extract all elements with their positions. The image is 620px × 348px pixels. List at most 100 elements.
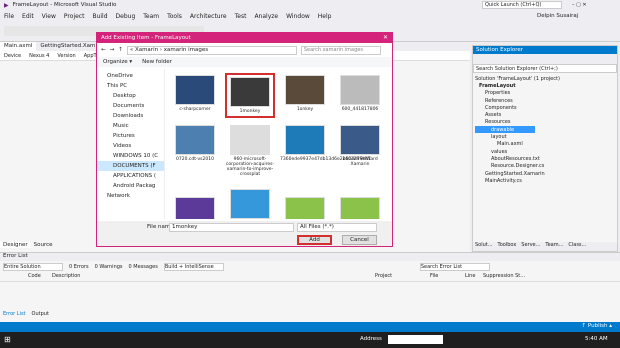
address-input[interactable]: [388, 335, 443, 344]
menu-file[interactable]: File: [4, 13, 14, 20]
errors-filter[interactable]: 0 Errors: [69, 264, 89, 270]
device-select[interactable]: Nexus 4: [29, 53, 49, 59]
tree-solution[interactable]: Solution 'FrameLayout' (1 project): [475, 75, 617, 82]
error-list-title: Error List: [0, 253, 620, 261]
quick-launch-input[interactable]: Quick Launch (Ctrl+Q): [482, 1, 562, 9]
nav-documents[interactable]: Documents: [97, 101, 164, 111]
file-item-selected[interactable]: 1monkey: [225, 73, 275, 118]
file-item[interactable]: [280, 197, 330, 219]
col-project[interactable]: Project: [375, 273, 430, 281]
file-item[interactable]: c-sharpcorner: [170, 75, 220, 112]
menu-team[interactable]: Team: [143, 13, 159, 20]
scope-select[interactable]: Entire Solution: [3, 263, 63, 271]
tree-references[interactable]: References: [475, 97, 617, 104]
menu-build[interactable]: Build: [92, 13, 107, 20]
nav-onedrive[interactable]: OneDrive: [97, 71, 164, 81]
menu-view[interactable]: View: [42, 13, 56, 20]
file-name-input[interactable]: 1monkey: [169, 223, 294, 232]
tree-values[interactable]: values: [475, 148, 617, 155]
file-item[interactable]: [335, 197, 385, 219]
add-button[interactable]: Add: [297, 235, 332, 245]
close-icon[interactable]: ✕: [383, 34, 388, 41]
menu-architecture[interactable]: Architecture: [190, 13, 227, 20]
file-item[interactable]: [170, 197, 220, 219]
forward-icon[interactable]: →: [110, 47, 115, 53]
file-item[interactable]: [225, 189, 275, 219]
dialog-title: Add Existing Item - FrameLayout: [97, 33, 392, 43]
tree-aboutresources[interactable]: AboutResources.txt: [475, 155, 617, 162]
tab-team[interactable]: Team...: [545, 242, 563, 251]
menu-tools[interactable]: Tools: [167, 13, 182, 20]
menu-analyze[interactable]: Analyze: [254, 13, 278, 20]
tree-mainactivity[interactable]: MainActivity.cs: [475, 177, 617, 184]
nav-drive-c[interactable]: WINDOWS 10 (C: [97, 151, 164, 161]
messages-filter[interactable]: 0 Messages: [129, 264, 158, 270]
tab-server[interactable]: Serve...: [521, 242, 540, 251]
file-item[interactable]: 960-microsoft-corporation-acquires-xamar…: [225, 125, 275, 177]
col-description[interactable]: Description: [30, 273, 375, 281]
tree-gettingstarted[interactable]: GettingStarted.Xamarin: [475, 170, 617, 177]
tree-assets[interactable]: Assets: [475, 111, 617, 118]
window-controls[interactable]: – ▢ ✕: [572, 2, 587, 8]
nav-applications[interactable]: APPLICATIONS (: [97, 171, 164, 181]
tree-layout[interactable]: layout: [475, 133, 617, 140]
tab-designer[interactable]: Designer: [0, 242, 31, 248]
file-item[interactable]: 140329SMWard Xamarin: [335, 125, 385, 167]
col-suppression[interactable]: Suppression St...: [483, 273, 525, 281]
file-type-select[interactable]: All Files (*.*): [297, 223, 377, 232]
menu-help[interactable]: Help: [318, 13, 332, 20]
tab-toolbox[interactable]: Toolbox: [498, 242, 517, 251]
col-code[interactable]: Code: [0, 273, 41, 281]
nav-downloads[interactable]: Downloads: [97, 111, 164, 121]
tab-source[interactable]: Source: [31, 242, 56, 248]
tree-properties[interactable]: Properties: [475, 90, 617, 97]
col-line[interactable]: Line: [465, 273, 483, 281]
se-search-input[interactable]: Search Solution Explorer (Ctrl+;): [473, 64, 617, 73]
menu-edit[interactable]: Edit: [22, 13, 34, 20]
menu-test[interactable]: Test: [235, 13, 247, 20]
up-icon[interactable]: ↑: [118, 47, 123, 53]
se-toolbar[interactable]: [473, 54, 617, 64]
tab-main-axml[interactable]: Main.axml: [0, 42, 37, 51]
menu-project[interactable]: Project: [64, 13, 85, 20]
tree-resource-designer[interactable]: Resource.Designer.cs: [475, 163, 617, 170]
nav-pictures[interactable]: Pictures: [97, 131, 164, 141]
organize-button[interactable]: Organize ▾: [103, 59, 132, 65]
nav-music[interactable]: Music: [97, 121, 164, 131]
dialog-nav: ← → ↑ « Xamarin › xamarin images Search …: [97, 43, 392, 57]
tab-solution[interactable]: Solut...: [475, 242, 493, 251]
tab-class[interactable]: Class...: [568, 242, 586, 251]
breadcrumb[interactable]: « Xamarin › xamarin images: [126, 45, 297, 55]
tab-gettingstarted[interactable]: GettingStarted.Xam: [36, 42, 99, 51]
error-search-input[interactable]: Search Error List: [419, 263, 490, 271]
tree-components[interactable]: Components: [475, 104, 617, 111]
nav-drive-f[interactable]: DOCUMENTS (F: [97, 161, 164, 171]
nav-this-pc[interactable]: This PC: [97, 81, 164, 91]
file-item[interactable]: 0720.cdt-vs2010: [170, 125, 220, 162]
start-icon[interactable]: ⊞: [4, 335, 11, 344]
tree-drawable[interactable]: drawable: [475, 126, 535, 134]
dialog-search-input[interactable]: Search xamarin images: [300, 45, 381, 55]
nav-android-packages[interactable]: Android Packag: [97, 181, 164, 191]
cancel-button[interactable]: Cancel: [342, 235, 377, 245]
nav-videos[interactable]: Videos: [97, 141, 164, 151]
nav-desktop[interactable]: Desktop: [97, 91, 164, 101]
menu-window[interactable]: Window: [286, 13, 310, 20]
file-item[interactable]: 7360ede9937e47db13d6e2d64dd79c41: [280, 125, 371, 162]
warnings-filter[interactable]: 0 Warnings: [95, 264, 123, 270]
user-name[interactable]: Delpin Susairaj: [537, 13, 578, 19]
file-item[interactable]: 1onkey: [280, 75, 330, 112]
tree-resources[interactable]: Resources: [475, 119, 617, 126]
tree-main-axml[interactable]: Main.axml: [475, 141, 617, 148]
tab-error-list[interactable]: Error List: [3, 311, 26, 317]
col-file[interactable]: File: [430, 273, 465, 281]
build-select[interactable]: Build + IntelliSense: [163, 263, 224, 271]
nav-network[interactable]: Network: [97, 191, 164, 201]
tree-project[interactable]: FrameLayout: [475, 82, 617, 89]
menu-debug[interactable]: Debug: [116, 13, 136, 20]
back-icon[interactable]: ←: [101, 47, 106, 53]
new-folder-button[interactable]: New folder: [142, 59, 172, 65]
file-item[interactable]: 600_441817806: [335, 75, 385, 112]
tab-output[interactable]: Output: [32, 311, 49, 317]
publish-button[interactable]: ↑ Publish ▴: [582, 323, 612, 329]
